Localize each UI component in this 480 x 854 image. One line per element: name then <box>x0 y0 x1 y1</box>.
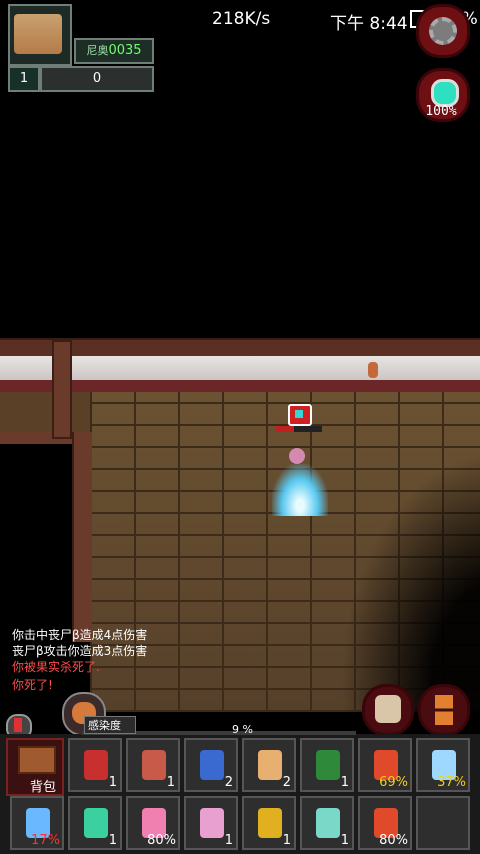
item-percent: 80% <box>147 833 176 848</box>
settings-button[interactable] <box>416 4 470 58</box>
item-count: 1 <box>224 833 233 848</box>
syringe-blue-icon <box>200 750 224 780</box>
hero-face-icon <box>14 14 62 54</box>
syringe-red-icon <box>84 750 108 780</box>
quickbar-row1-slot-2[interactable]: 1 <box>126 738 180 792</box>
quickbar-row1-slot-3[interactable]: 2 <box>184 738 238 792</box>
log-text-1: 你击中丧尸β造成4点伤害 <box>12 628 148 642</box>
item-count: 1 <box>166 775 175 790</box>
arrow-up-icon <box>14 718 22 732</box>
vial-icon <box>84 808 108 838</box>
wall-top <box>0 338 480 358</box>
gear-icon <box>429 17 457 45</box>
attack-button[interactable] <box>362 684 414 736</box>
item-percent: 37% <box>437 775 466 790</box>
bottle-green-icon <box>316 750 340 780</box>
egg-icon <box>258 750 282 780</box>
fist-icon <box>375 695 401 723</box>
status-bar: 4G 218K/s 下午 8:44 58% <box>0 0 480 40</box>
quickbar-row1-slot-5[interactable]: 1 <box>300 738 354 792</box>
quickbar-row2-slot-2[interactable]: 1 <box>68 796 122 850</box>
magnifier-icon <box>431 79 459 107</box>
zoom-level: 100% <box>425 104 457 119</box>
log-line-1: 你击中丧尸β造成4点伤害 <box>12 626 147 643</box>
left-wall <box>72 432 92 642</box>
quickbar-row2-slot-6[interactable]: 1 <box>300 796 354 850</box>
item-count: 2 <box>282 775 291 790</box>
quickbar-row1-slot-4[interactable]: 2 <box>242 738 296 792</box>
quickbar-row2-slot-8[interactable] <box>416 796 470 850</box>
gold-counter: 尼奥0035 <box>74 38 154 64</box>
log-text-3: 你被果实杀死了. <box>12 660 100 674</box>
hero-level: 1 <box>8 66 40 92</box>
ice-effect-icon <box>272 464 328 516</box>
network-speed: 218K/s <box>212 9 271 29</box>
exp-bar: 0 <box>40 66 154 92</box>
target-marker-icon <box>288 404 312 426</box>
quickbar-row1-slot-1[interactable]: 1 <box>68 738 122 792</box>
pillar <box>52 340 72 439</box>
log-text-4: 你死了! <box>12 678 53 692</box>
brain-icon <box>142 750 166 780</box>
hero-character-icon[interactable] <box>289 448 305 464</box>
item-count: 1 <box>108 833 117 848</box>
gold-value: 0035 <box>108 43 142 58</box>
quickbar-row1-slot-7[interactable]: 37% <box>416 738 470 792</box>
item-percent: 69% <box>379 775 408 790</box>
quickbar-row2-slot-4[interactable]: 1 <box>184 796 238 850</box>
item-count: 1 <box>282 833 291 848</box>
item-percent: 17% <box>31 833 60 848</box>
hourglass-icon <box>435 695 453 725</box>
item-count: 1 <box>340 775 349 790</box>
wall-trim <box>0 380 480 392</box>
infection-label: 感染度 <box>84 716 136 734</box>
log-line-4: 你死了! <box>12 676 53 693</box>
briefcase-icon <box>18 746 56 774</box>
item-count: 2 <box>224 775 233 790</box>
log-line-2: 丧尸β攻击你造成3点伤害 <box>12 642 147 659</box>
log-line-3: 你被果实杀死了. <box>12 658 100 675</box>
quickbar-row2-slot-1[interactable]: 17% <box>10 796 64 850</box>
floor-ledge <box>0 392 90 432</box>
gold-prefix: 尼奥 <box>86 44 109 57</box>
quickbar-row2-slot-5[interactable]: 1 <box>242 796 296 850</box>
item-percent: 80% <box>379 833 408 848</box>
small-vial-icon <box>316 808 340 838</box>
wait-button[interactable] <box>418 684 470 736</box>
brain-pink-icon <box>200 808 224 838</box>
quickbar-row2-slot-3[interactable]: 80% <box>126 796 180 850</box>
clock: 下午 8:44 <box>330 14 408 34</box>
wall-plaster <box>0 356 480 382</box>
quickbar-row1-slot-6[interactable]: 69% <box>358 738 412 792</box>
item-count: 1 <box>108 775 117 790</box>
key-icon <box>258 808 282 838</box>
item-count: 1 <box>340 833 349 848</box>
backpack-label: 背包 <box>30 780 57 795</box>
quickbar-row2-slot-7[interactable]: 80% <box>358 796 412 850</box>
wall-torch-icon <box>368 362 378 378</box>
hero-health-bar <box>276 426 322 432</box>
hunger-percent: 9 % <box>232 723 253 736</box>
log-text-2: 丧尸β攻击你造成3点伤害 <box>12 644 148 658</box>
